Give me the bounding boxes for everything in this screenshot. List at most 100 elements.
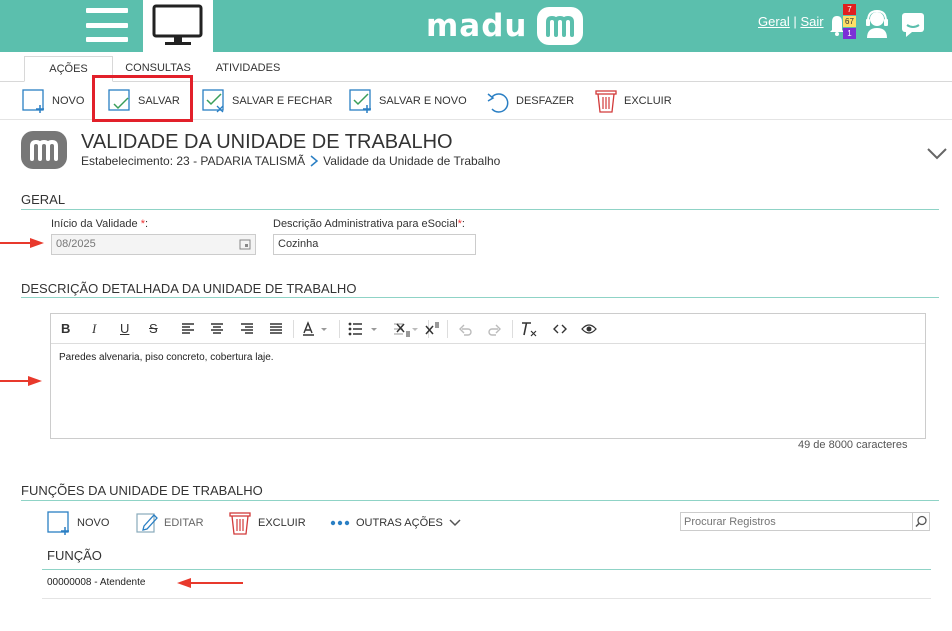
code-view-icon[interactable] (553, 321, 567, 337)
descricao-admin-field[interactable]: Cozinha (273, 234, 476, 255)
rich-text-editor[interactable]: B I U S Paredes alvenaria, piso concreto… (50, 313, 926, 439)
action-tabs: AÇÕES CONSULTAS ATIVIDADES (0, 56, 952, 82)
descricao-admin-label: Descrição Administrativa para eSocial*: (273, 218, 465, 230)
subscript-icon[interactable] (395, 321, 411, 337)
funcoes-excluir-label: EXCLUIR (258, 517, 306, 529)
geral-link[interactable]: Geral (758, 14, 790, 29)
salvar-e-fechar-label: SALVAR E FECHAR (232, 95, 333, 107)
outras-acoes-button[interactable]: OUTRAS AÇÕES (330, 510, 461, 536)
column-header-funcao: FUNÇÃO (47, 548, 102, 563)
section-descricao-title: DESCRIÇÃO DETALHADA DA UNIDADE DE TRABAL… (21, 281, 357, 296)
inicio-validade-label: Início da Validade *: (51, 218, 148, 230)
page-title: VALIDADE DA UNIDADE DE TRABALHO (81, 131, 453, 153)
salvar-button[interactable]: SALVAR (108, 87, 180, 115)
section-geral-title: GERAL (21, 192, 66, 207)
align-center-icon[interactable] (210, 321, 224, 337)
salvar-e-novo-label: SALVAR E NOVO (379, 95, 467, 107)
novo-label: NOVO (52, 95, 85, 107)
links-separator: | (793, 14, 797, 29)
strikethrough-icon[interactable]: S (149, 321, 158, 337)
funcoes-editar-label: EDITAR (164, 517, 204, 529)
new-document-icon (47, 511, 69, 535)
trash-icon (595, 90, 617, 113)
text-color-icon[interactable] (302, 321, 330, 337)
excluir-label: EXCLUIR (624, 95, 672, 107)
breadcrumb-current: Validade da Unidade de Trabalho (323, 154, 501, 168)
descricao-admin-value: Cozinha (278, 238, 319, 250)
table-row[interactable]: 00000008 - Atendente (42, 572, 931, 599)
notification-badges[interactable]: 7 67 1 (843, 4, 856, 40)
tab-acoes[interactable]: AÇÕES (24, 56, 113, 82)
superscript-icon[interactable] (424, 321, 440, 337)
search-button[interactable] (912, 513, 929, 530)
editor-toolbar: B I U S (51, 314, 925, 344)
editor-separator (447, 320, 448, 338)
support-headset-icon[interactable] (864, 9, 890, 44)
save-check-icon (108, 89, 130, 111)
editor-separator (339, 320, 340, 338)
annotation-arrow-inicio (0, 238, 44, 248)
funcoes-novo-label: NOVO (77, 517, 110, 529)
funcoes-editar-button[interactable]: EDITAR (136, 510, 204, 536)
funcao-cell: 00000008 - Atendente (47, 577, 146, 588)
novo-button[interactable]: NOVO (22, 87, 84, 115)
top-bar: madu Geral | Sair 7 67 1 (0, 0, 952, 52)
italic-icon[interactable]: I (92, 321, 96, 337)
monitor-tab[interactable] (143, 0, 213, 52)
bold-icon[interactable]: B (61, 321, 70, 337)
hamburger-menu-icon[interactable] (86, 8, 128, 42)
salvar-e-fechar-button[interactable]: SALVAR E FECHAR (202, 87, 332, 115)
desfazer-label: DESFAZER (516, 95, 575, 107)
sair-link[interactable]: Sair (800, 14, 823, 29)
notification-badge-yellow: 67 (843, 16, 856, 27)
desfazer-button[interactable]: DESFAZER (486, 87, 574, 115)
monitor-icon (152, 4, 203, 45)
descricao-label-colon: : (461, 218, 465, 230)
funcoes-excluir-button[interactable]: EXCLUIR (228, 510, 306, 536)
breadcrumb-establishment[interactable]: Estabelecimento: 23 - PADARIA TALISMÃ (81, 154, 305, 168)
inicio-validade-value: 08/2025 (56, 238, 96, 250)
bullet-list-icon[interactable] (348, 321, 382, 337)
editor-undo-icon[interactable] (458, 321, 472, 337)
outras-acoes-label: OUTRAS AÇÕES (356, 517, 443, 529)
underline-icon[interactable]: U (120, 321, 129, 337)
save-new-icon (349, 89, 371, 113)
section-descricao-divider (21, 297, 939, 298)
align-right-icon[interactable] (240, 321, 254, 337)
editor-separator (512, 320, 513, 338)
edit-pencil-icon (136, 513, 158, 533)
section-geral-divider (21, 209, 939, 210)
annotation-arrow-descricao (0, 376, 42, 386)
main-toolbar: NOVO SALVAR SALVAR E FECHAR SALVAR E NOV… (0, 82, 952, 120)
descricao-admin-label-text: Descrição Administrativa para eSocial (273, 218, 458, 230)
logo-m-icon (537, 7, 584, 45)
align-left-icon[interactable] (181, 321, 195, 337)
tab-consultas[interactable]: CONSULTAS (120, 56, 196, 82)
editor-content[interactable]: Paredes alvenaria, piso concreto, cobert… (51, 344, 925, 371)
excluir-button[interactable]: EXCLUIR (594, 87, 672, 115)
trash-icon (229, 512, 251, 535)
funcoes-novo-button[interactable]: NOVO (47, 510, 109, 536)
chat-icon[interactable] (901, 12, 925, 43)
salvar-e-novo-button[interactable]: SALVAR E NOVO (349, 87, 467, 115)
preview-eye-icon[interactable] (581, 321, 597, 337)
tab-atividades[interactable]: ATIVIDADES (208, 56, 288, 82)
page-m-icon (21, 131, 67, 169)
char-count: 49 de 8000 caracteres (798, 439, 908, 451)
search-box (680, 512, 930, 531)
top-links: Geral | Sair (758, 14, 824, 29)
madu-logo: madu (426, 6, 584, 46)
notification-badge-purple: 1 (843, 28, 856, 39)
chevron-right-icon (310, 155, 319, 167)
inicio-validade-label-text: Início da Validade (51, 218, 138, 230)
breadcrumb: Estabelecimento: 23 - PADARIA TALISMÃ Va… (81, 154, 500, 168)
salvar-label: SALVAR (138, 95, 180, 107)
editor-separator (293, 320, 294, 338)
align-justify-icon[interactable] (269, 321, 283, 337)
search-input[interactable] (681, 513, 913, 530)
inicio-validade-field[interactable]: 08/2025 (51, 234, 256, 255)
calendar-icon[interactable] (239, 238, 251, 250)
chevron-down-icon[interactable] (926, 146, 948, 167)
clear-format-icon[interactable] (520, 321, 538, 337)
editor-redo-icon[interactable] (488, 321, 502, 337)
